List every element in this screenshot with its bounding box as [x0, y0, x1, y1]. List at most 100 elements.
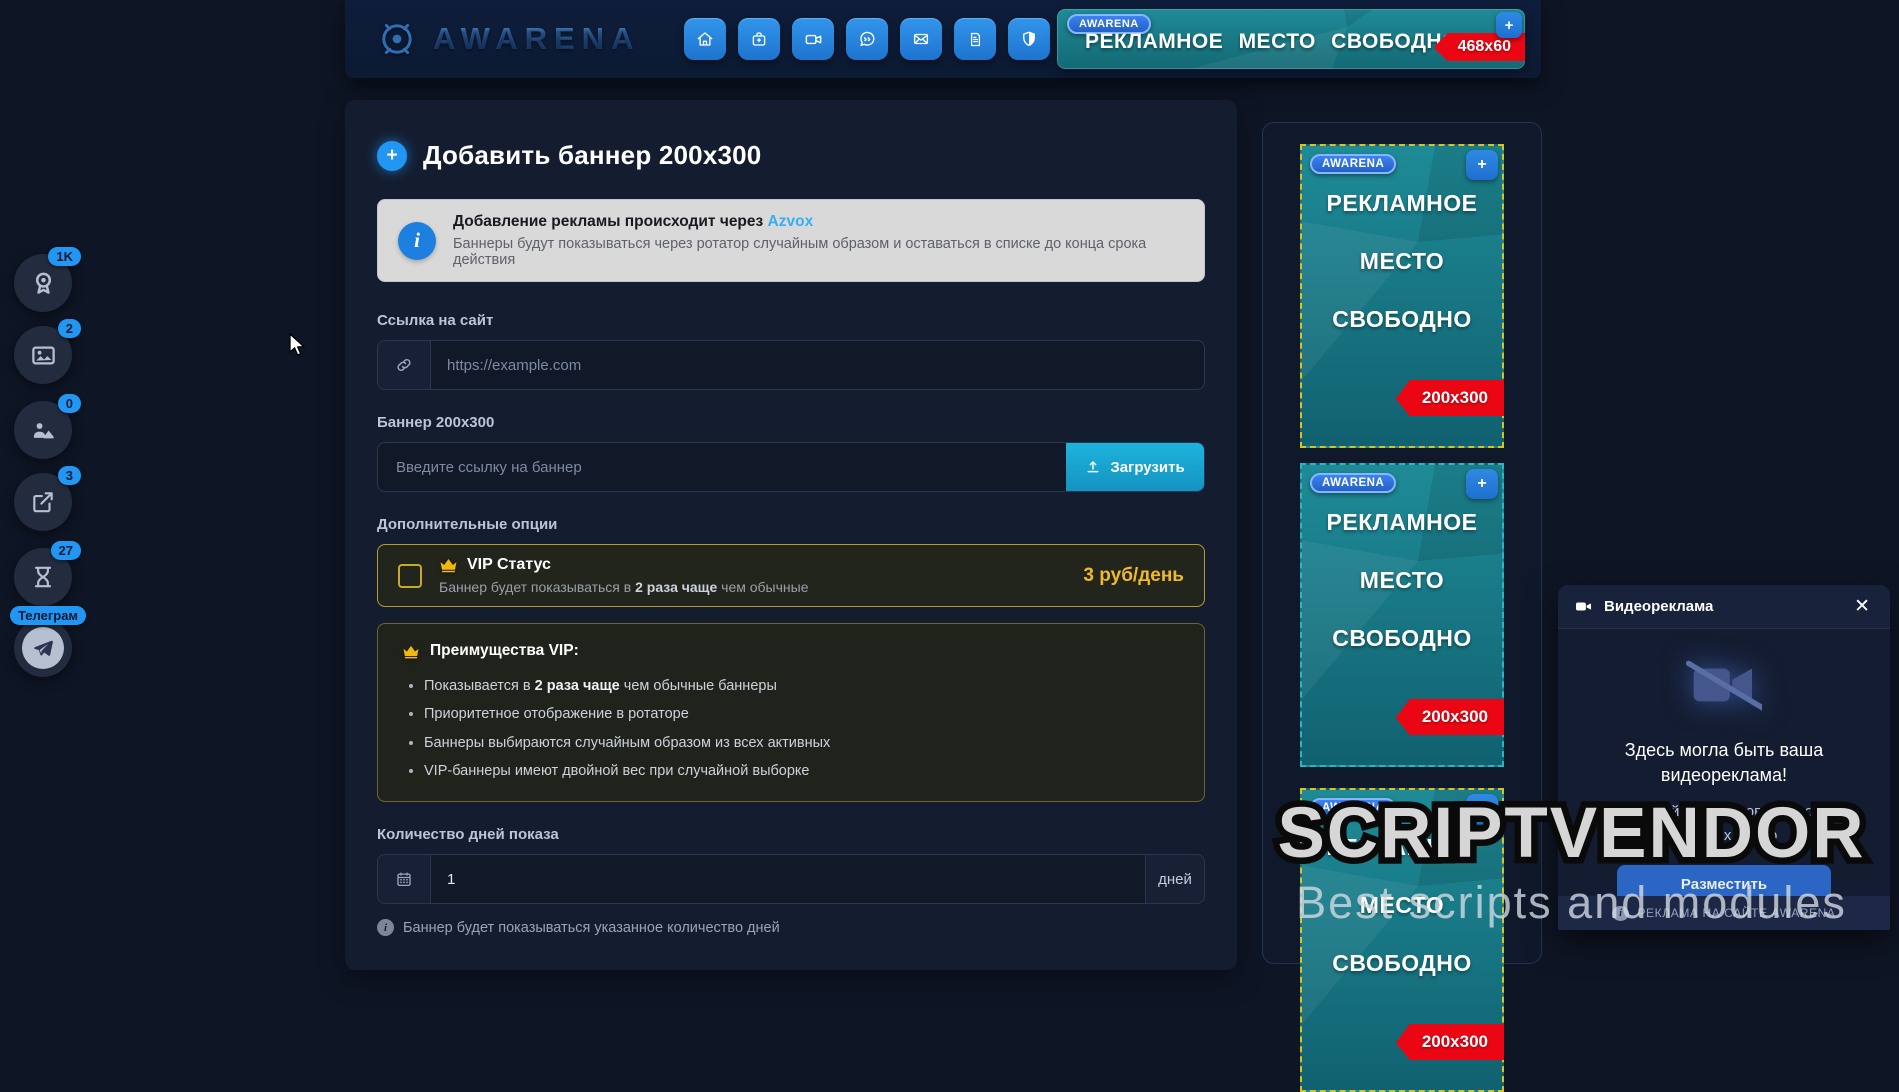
ad-text: РЕКЛАМНОЕ МЕСТО СВОБОДНО	[1302, 190, 1502, 333]
benefits-title: Преимущества VIP:	[430, 642, 579, 660]
days-hint-text: Баннер будет показываться указанное коли…	[403, 920, 780, 936]
alert-subtitle: Баннеры будут показываться через ротатор…	[453, 236, 1184, 268]
ad-line: СВОБОДНО	[1332, 625, 1472, 652]
badge-label: Телеграм	[10, 606, 86, 625]
banner-url-group: Загрузить	[377, 442, 1205, 492]
side-banner-ad[interactable]: AWARENA + РЕКЛАМНОЕ МЕСТО СВОБОДНО 200x3…	[1300, 463, 1504, 767]
benefit-item: Приоритетное отображение в ротаторе	[424, 700, 1180, 728]
side-banners-panel: AWARENA + РЕКЛАМНОЕ МЕСТО СВОБОДНО 200x3…	[1262, 122, 1542, 964]
benefit-text: чем обычные баннеры	[620, 678, 777, 694]
video-camera-icon	[1574, 597, 1593, 616]
ad-add-button[interactable]: +	[1466, 794, 1498, 824]
nav-shop-button[interactable]	[738, 18, 780, 60]
ad-line: СВОБОДНО	[1332, 306, 1472, 333]
popup-body: Здесь могла быть ваша видеореклама! Прив…	[1558, 629, 1890, 905]
ad-add-button[interactable]: +	[1466, 150, 1498, 180]
shield-icon	[1020, 30, 1038, 48]
info-circle-icon: i	[398, 222, 436, 260]
benefit-bold: 2 раза чаще	[535, 678, 620, 694]
days-unit: дней	[1145, 855, 1204, 903]
chat-quote-icon	[858, 30, 876, 48]
vip-desc-suffix: чем обычные	[717, 579, 808, 595]
ad-line: РЕКЛАМНОЕ	[1327, 190, 1478, 217]
document-icon	[967, 31, 984, 48]
popup-heading: Здесь могла быть ваша видеореклама!	[1580, 738, 1868, 788]
vip-benefits-box: Преимущества VIP: Показывается в 2 раза …	[377, 623, 1205, 802]
popup-subheading: Привлекайте клиентов с помощью коротких …	[1580, 800, 1868, 847]
nav-shield-button[interactable]	[1008, 18, 1050, 60]
top-banner-ad[interactable]: AWARENA РЕКЛАМНОЕ МЕСТО СВОБОДНО 468x60 …	[1057, 9, 1525, 69]
ad-add-button[interactable]: +	[1466, 469, 1498, 499]
floating-portrait-banners-button[interactable]: 0	[14, 401, 72, 459]
info-alert: i Добавление рекламы происходит через Az…	[377, 199, 1205, 282]
mouse-cursor	[288, 333, 308, 359]
banner-field-label: Баннер 200x300	[377, 414, 1205, 431]
banner-url-input[interactable]	[378, 443, 1066, 491]
floating-telegram-button[interactable]: Телеграм	[14, 619, 72, 677]
days-hint: i Баннер будет показываться указанное ко…	[377, 919, 1205, 936]
top-navbar: AWARENA AWARENA РЕКЛАМНОЕ МЕСТО СВОБОДНО…	[345, 0, 1541, 78]
ad-add-button[interactable]: +	[1496, 12, 1522, 38]
nav-mail-button[interactable]	[900, 18, 942, 60]
alert-content: Добавление рекламы происходит через Azvo…	[453, 213, 1184, 268]
site-link-input[interactable]	[431, 341, 1204, 389]
alert-title: Добавление рекламы происходит через Azvo…	[453, 213, 1184, 231]
nav-document-button[interactable]	[954, 18, 996, 60]
azvox-link[interactable]: Azvox	[768, 213, 814, 230]
external-link-icon	[30, 489, 56, 515]
vip-checkbox[interactable]	[398, 564, 422, 588]
benefit-item: Баннеры выбираются случайным образом из …	[424, 729, 1180, 757]
ad-line: МЕСТО	[1360, 567, 1444, 594]
badge-count: 1K	[48, 247, 81, 266]
floating-links-button[interactable]: 3	[14, 473, 72, 531]
days-input[interactable]	[431, 855, 1145, 903]
nav-home-button[interactable]	[684, 18, 726, 60]
home-icon	[696, 30, 714, 48]
floating-awards-button[interactable]: 1K	[14, 254, 72, 312]
site-link-group	[377, 340, 1205, 390]
plus-circle-icon: +	[377, 141, 407, 171]
ad-size-badge: 200x300	[1396, 380, 1504, 416]
ad-line: РЕКЛАМНОЕ	[1327, 834, 1478, 861]
floating-pending-button[interactable]: 27	[14, 548, 72, 606]
ad-brand-badge: AWARENA	[1310, 473, 1396, 493]
image-portrait-icon	[30, 417, 57, 444]
ad-line: СВОБОДНО	[1332, 950, 1472, 977]
video-ad-popup: Видеореклама ✕ Здесь могла быть ваша вид…	[1558, 585, 1890, 930]
nav-video-button[interactable]	[792, 18, 834, 60]
video-slash-icon	[1686, 657, 1762, 713]
site-link-label: Ссылка на сайт	[377, 312, 1205, 329]
vip-option[interactable]: VIP Статус Баннер будет показываться в 2…	[377, 544, 1205, 607]
crown-icon	[439, 557, 458, 573]
brand-name: AWARENA	[433, 21, 640, 57]
ad-brand-badge: AWARENA	[1310, 798, 1396, 818]
nav-chat-button[interactable]	[846, 18, 888, 60]
ad-text: РЕКЛАМНОЕ МЕСТО СВОБОДНО	[1302, 834, 1502, 977]
info-icon: i	[1612, 906, 1629, 921]
award-icon	[30, 270, 57, 297]
vip-title: VIP Статус	[467, 556, 551, 574]
ad-size-badge: 200x300	[1396, 1024, 1504, 1060]
vip-text: VIP Статус Баннер будет показываться в 2…	[439, 556, 809, 595]
popup-footer-text: РЕКЛАМА НА САЙТЕ AWARENA	[1637, 906, 1835, 920]
side-banner-ad[interactable]: AWARENA + РЕКЛАМНОЕ МЕСТО СВОБОДНО 200x3…	[1300, 144, 1504, 448]
brand-logo[interactable]: AWARENA	[375, 17, 640, 61]
popup-title: Видеореклама	[1604, 598, 1713, 615]
ad-line: РЕКЛАМНОЕ	[1327, 509, 1478, 536]
options-label: Дополнительные опции	[377, 516, 1205, 533]
badge-count: 3	[58, 466, 81, 485]
floating-banners-button[interactable]: 2	[14, 326, 72, 384]
navbar-menu	[684, 18, 1050, 60]
side-banner-ad[interactable]: AWARENA + РЕКЛАМНОЕ МЕСТО СВОБОДНО 200x3…	[1300, 788, 1504, 1092]
upload-button[interactable]: Загрузить	[1066, 443, 1204, 491]
page-title: Добавить баннер 200x300	[423, 140, 761, 171]
benefits-list: Показывается в 2 раза чаще чем обычные б…	[402, 672, 1180, 785]
close-icon[interactable]: ✕	[1850, 595, 1874, 618]
crown-icon	[402, 644, 420, 659]
alert-title-text: Добавление рекламы происходит через	[453, 213, 768, 230]
ad-size-badge: 200x300	[1396, 699, 1504, 735]
upload-label: Загрузить	[1110, 459, 1184, 476]
ad-line: МЕСТО	[1360, 248, 1444, 275]
benefit-text: Показывается в	[424, 678, 535, 694]
ad-text: РЕКЛАМНОЕ МЕСТО СВОБОДНО	[1302, 509, 1502, 652]
